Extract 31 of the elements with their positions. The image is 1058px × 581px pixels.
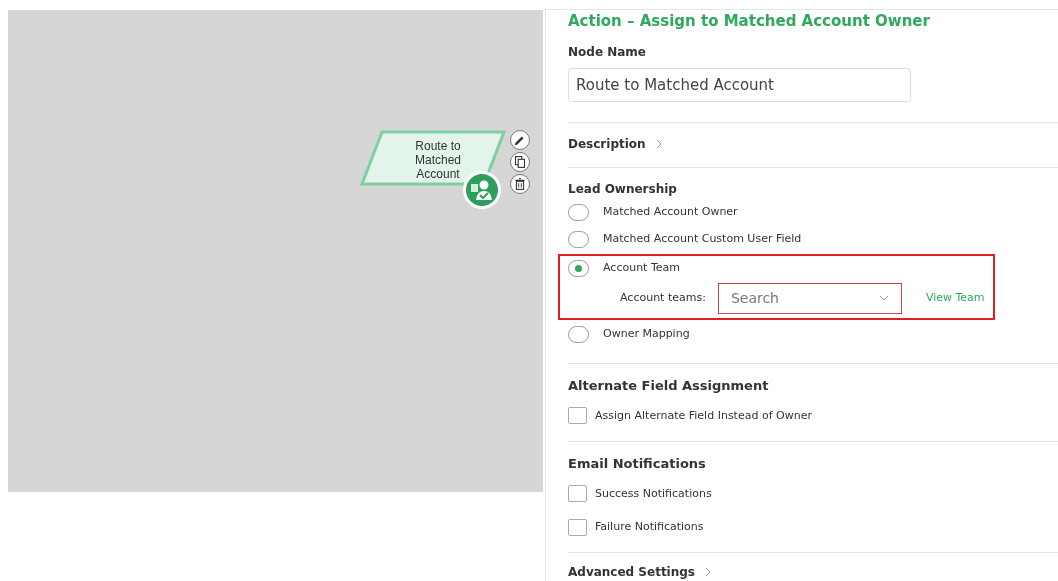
- checkbox[interactable]: [568, 518, 587, 536]
- checkbox-label: Failure Notifications: [595, 519, 704, 535]
- radio-button[interactable]: [568, 325, 589, 343]
- node-name-field[interactable]: Route to Matched Account: [568, 68, 911, 102]
- section-toggle[interactable]: Advanced Settings: [568, 563, 695, 581]
- radio-button[interactable]: [568, 230, 589, 248]
- checkbox[interactable]: [568, 407, 587, 425]
- radio-label: Account Team: [603, 259, 680, 276]
- user-check-icon: [463, 171, 501, 209]
- checkbox-label: Assign Alternate Field Instead of Owner: [595, 407, 812, 424]
- trash-icon[interactable]: [510, 174, 530, 194]
- checkbox-label: Success Notifications: [595, 485, 712, 502]
- radio-button[interactable]: [568, 203, 589, 221]
- radio-button[interactable]: [568, 259, 589, 277]
- radio-label: Matched Account Owner: [603, 203, 738, 220]
- pencil-icon[interactable]: [510, 130, 530, 150]
- chevron-down-icon: [878, 295, 889, 302]
- copy-icon[interactable]: [510, 152, 530, 172]
- field-label: Node Name: [568, 44, 647, 62]
- panel-title: Action – Assign to Matched Account Owner: [568, 11, 931, 32]
- radio-label: Matched Account Custom User Field: [603, 230, 802, 247]
- section-heading: Lead Ownership: [568, 180, 678, 198]
- search-dropdown[interactable]: Search: [717, 282, 902, 314]
- action-node[interactable]: [360, 130, 506, 186]
- section-toggle[interactable]: Description: [568, 134, 646, 153]
- section-heading: Email Notifications: [568, 454, 707, 473]
- checkbox[interactable]: [568, 485, 587, 503]
- radio-label: Owner Mapping: [603, 325, 690, 342]
- section-heading: Alternate Field Assignment: [568, 376, 770, 395]
- node-label: Route to Matched Account: [414, 139, 462, 181]
- field-label: Account teams:: [620, 289, 706, 306]
